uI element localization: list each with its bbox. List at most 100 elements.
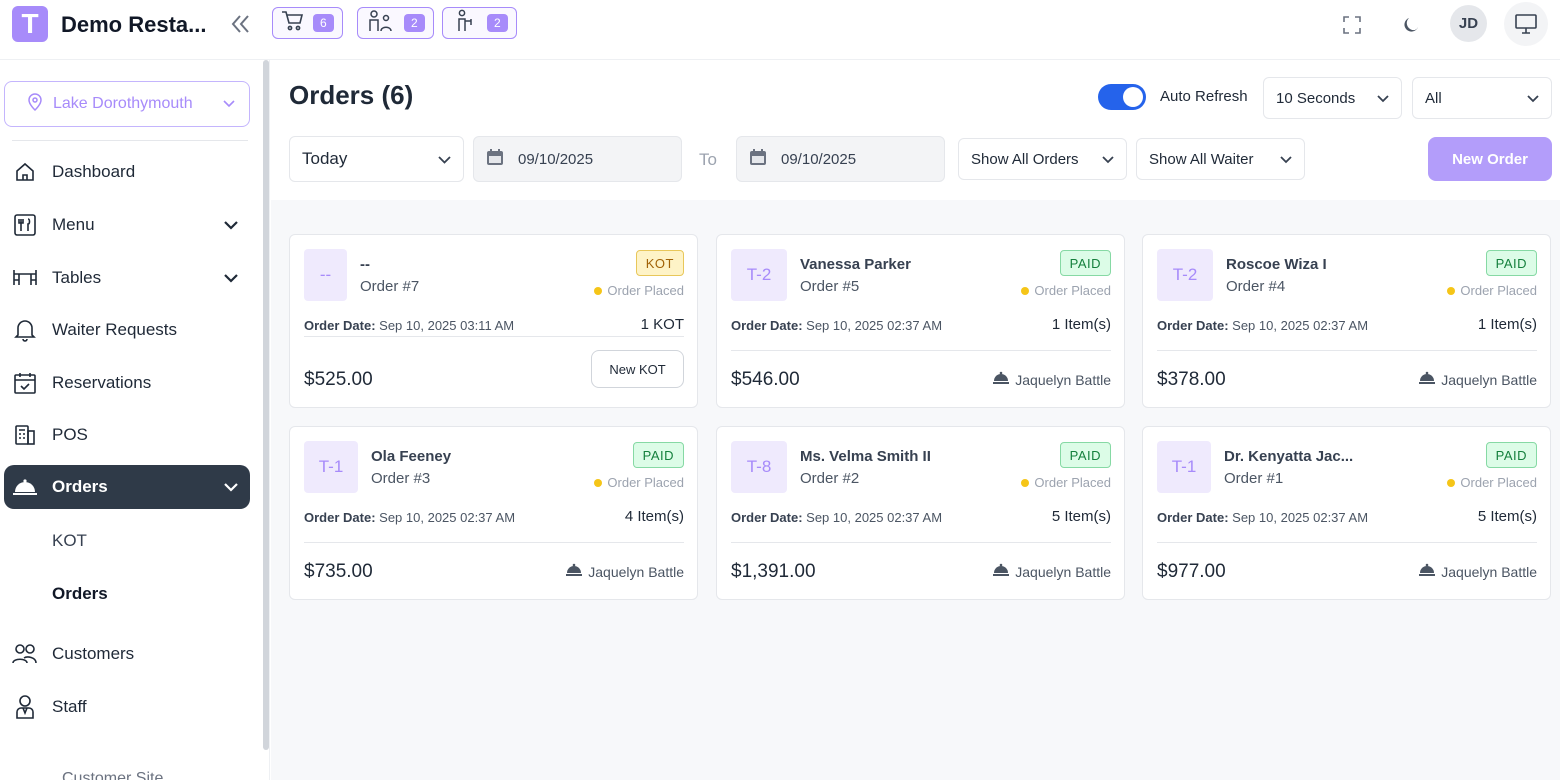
staff-call-badge[interactable]: 2 [442, 7, 517, 39]
status-badge: PAID [1485, 250, 1537, 276]
new-orders-badge[interactable]: 6 [272, 7, 343, 39]
type-filter-value: All [1425, 89, 1442, 107]
home-icon [12, 159, 38, 185]
waiter-filter-value: Show All Waiter [1149, 150, 1254, 168]
order-date: Order Date: Sep 10, 2025 03:11 AM [304, 318, 514, 333]
sidebar-item-pos[interactable]: POS [4, 413, 250, 457]
order-state-label: Order Placed [1034, 283, 1111, 298]
new-order-button[interactable]: New Order [1428, 137, 1552, 181]
app-logo[interactable]: T [12, 6, 48, 42]
user-avatar[interactable]: JD [1450, 5, 1487, 42]
chevron-down-icon [1527, 90, 1539, 107]
card-divider [731, 350, 1111, 351]
order-state: Order Placed [1447, 283, 1537, 298]
order-card[interactable]: T-1 Ola Feeney Order #3 PAID Order Place… [289, 426, 698, 600]
table-badge: T-8 [731, 441, 787, 493]
order-date: Order Date: Sep 10, 2025 02:37 AM [731, 510, 942, 525]
orders-filter-select[interactable]: Show All Orders [958, 138, 1127, 180]
waiter-requests-badge[interactable]: 2 [357, 7, 434, 39]
waiter-request-icon [366, 9, 396, 38]
order-date-value: Sep 10, 2025 02:37 AM [806, 510, 943, 525]
fullscreen-icon[interactable] [1335, 8, 1369, 42]
sidebar-item-reservations[interactable]: Reservations [4, 361, 250, 405]
location-selector[interactable]: Lake Dorothymouth [4, 81, 250, 127]
customer-name: Ola Feeney [371, 448, 452, 465]
auto-refresh-toggle[interactable] [1098, 84, 1146, 110]
collapse-sidebar-icon[interactable] [226, 10, 256, 38]
map-pin-icon [27, 92, 43, 116]
sidebar-item-customers[interactable]: Customers [4, 632, 250, 676]
cloche-icon [1418, 370, 1436, 389]
item-count: 4 Item(s) [624, 508, 684, 525]
table-badge: T-2 [731, 249, 787, 301]
status-dot [1447, 478, 1456, 487]
date-from-input[interactable]: 09/10/2025 [473, 136, 682, 182]
item-count: 1 Item(s) [1477, 316, 1537, 333]
auto-refresh-label: Auto Refresh [1160, 88, 1248, 105]
date-range-value: Today [302, 149, 348, 168]
order-amount: $977.00 [1157, 561, 1226, 582]
customer-site-link[interactable]: Customer Site [62, 770, 163, 780]
top-header: T Demo Resta... 6 2 2 JD [0, 0, 1560, 60]
customer-name: Vanessa Parker [800, 256, 911, 273]
table-icon [12, 265, 38, 291]
date-to-input[interactable]: 09/10/2025 [736, 136, 945, 182]
waiter-info: Jaquelyn Battle [565, 562, 684, 581]
order-date-value: Sep 10, 2025 02:37 AM [1232, 318, 1369, 333]
order-date-value: Sep 10, 2025 02:37 AM [379, 510, 516, 525]
waiter-info: Jaquelyn Battle [992, 562, 1111, 581]
sidebar-subitem-orders[interactable]: Orders [52, 584, 108, 604]
status-dot [594, 286, 603, 295]
order-card[interactable]: T-2 Roscoe Wiza I Order #4 PAID Order Pl… [1142, 234, 1551, 408]
order-state-label: Order Placed [607, 283, 684, 298]
status-dot [1021, 478, 1030, 487]
order-card[interactable]: -- -- Order #7 KOT Order Placed Order Da… [289, 234, 698, 408]
dark-mode-moon-icon[interactable] [1394, 8, 1428, 42]
waiter-filter-select[interactable]: Show All Waiter [1136, 138, 1305, 180]
order-date: Order Date: Sep 10, 2025 02:37 AM [1157, 318, 1368, 333]
cloche-icon [1418, 562, 1436, 581]
table-badge: T-1 [304, 441, 358, 493]
sidebar-scrollbar[interactable] [263, 60, 269, 750]
sidebar-item-waiter-requests[interactable]: Waiter Requests [4, 308, 250, 352]
table-badge: T-2 [1157, 249, 1213, 301]
sidebar-subitem-kot[interactable]: KOT [52, 531, 87, 551]
status-badge: PAID [1059, 250, 1111, 276]
sidebar-item-dashboard[interactable]: Dashboard [4, 150, 250, 194]
calendar-icon [749, 148, 767, 170]
item-count: 5 Item(s) [1477, 508, 1537, 525]
orders-filter-value: Show All Orders [971, 150, 1079, 168]
order-card[interactable]: T-8 Ms. Velma Smith II Order #2 PAID Ord… [716, 426, 1125, 600]
new-orders-count: 6 [313, 14, 334, 32]
order-number: Order #7 [360, 278, 420, 295]
to-label: To [699, 150, 717, 169]
chevron-down-icon [1102, 151, 1114, 168]
sidebar-item-label: Menu [52, 215, 95, 234]
new-kot-button[interactable]: New KOT [591, 350, 684, 388]
sidebar-item-orders[interactable]: Orders [4, 465, 250, 509]
order-number: Order #3 [371, 470, 431, 487]
status-badge: PAID [1485, 442, 1537, 468]
restaurant-name: Demo Resta... [61, 12, 207, 37]
refresh-interval-select[interactable]: 10 Seconds [1263, 77, 1402, 119]
chevron-down-icon [223, 95, 235, 113]
card-divider [1157, 542, 1537, 543]
card-divider [304, 336, 684, 337]
cloche-icon [565, 562, 583, 581]
status-dot [594, 478, 603, 487]
customer-name: Ms. Velma Smith II [800, 448, 931, 465]
order-card[interactable]: T-2 Vanessa Parker Order #5 PAID Order P… [716, 234, 1125, 408]
date-range-select[interactable]: Today [289, 136, 464, 182]
order-card[interactable]: T-1 Dr. Kenyatta Jac... Order #1 PAID Or… [1142, 426, 1551, 600]
sidebar-item-staff[interactable]: Staff [4, 685, 250, 729]
type-filter-select[interactable]: All [1412, 77, 1552, 119]
sidebar-item-label: Staff [52, 697, 87, 716]
orders-toolbar: Orders (6) Auto Refresh 10 Seconds All T… [271, 60, 1560, 200]
sidebar-divider [12, 140, 248, 141]
monitor-icon[interactable] [1504, 2, 1548, 46]
customer-name: Roscoe Wiza I [1226, 256, 1327, 273]
sidebar-item-tables[interactable]: Tables [4, 256, 250, 300]
waiter-info: Jaquelyn Battle [1418, 562, 1537, 581]
waiter-info: Jaquelyn Battle [992, 370, 1111, 389]
sidebar-item-menu[interactable]: Menu [4, 203, 250, 247]
